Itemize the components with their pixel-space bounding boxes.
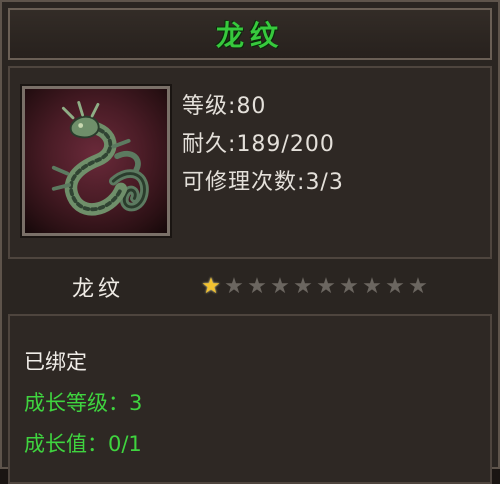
star-empty-icon: ★ (316, 274, 336, 299)
bound-status: 已绑定 (24, 350, 87, 374)
star-empty-icon: ★ (362, 274, 382, 299)
stat-durability-label: 耐久 (182, 132, 229, 157)
growth-value-value: 0/1 (108, 432, 142, 456)
growth-level-label: 成长等级： (24, 391, 129, 415)
growth-value: 成长值：0/1 (24, 424, 490, 465)
item-title: 龙纹 (215, 19, 284, 52)
item-name-row: 龙纹 ★ ★ ★ ★ ★ ★ ★ ★ ★ ★ (8, 264, 492, 310)
stat-level-value: 80 (236, 94, 267, 119)
stat-repair-count-value: 3/3 (305, 170, 344, 195)
star-empty-icon: ★ (385, 274, 405, 299)
growth-level-value: 3 (129, 391, 143, 415)
star-empty-icon: ★ (293, 274, 313, 299)
stat-repair-count: 可修理次数:3/3 (182, 164, 344, 202)
growth-level: 成长等级：3 (24, 383, 490, 424)
star-empty-icon: ★ (408, 274, 428, 299)
stat-durability-value: 189/200 (236, 132, 335, 157)
item-info-section: 等级:80 耐久:189/200 可修理次数:3/3 (8, 66, 492, 259)
star-filled-icon: ★ (201, 274, 221, 299)
stat-separator: : (228, 94, 237, 119)
stat-separator: : (228, 132, 237, 157)
stat-separator: : (297, 170, 306, 195)
item-attributes: 已绑定 成长等级：3 成长值：0/1 (8, 314, 492, 484)
item-name: 龙纹 (71, 277, 124, 302)
item-stats: 等级:80 耐久:189/200 可修理次数:3/3 (182, 88, 344, 202)
star-rating: ★ ★ ★ ★ ★ ★ ★ ★ ★ ★ (200, 276, 429, 298)
star-empty-icon: ★ (339, 274, 359, 299)
growth-value-label: 成长值： (24, 432, 108, 456)
title-bar: 龙纹 (8, 8, 492, 60)
star-empty-icon: ★ (224, 274, 244, 299)
item-tooltip-panel: 龙纹 等级:80 耐久: 189/200 可修理次数: 3/3 龙纹 ★ ★… (0, 0, 500, 484)
stat-level: 等级:80 (182, 88, 344, 126)
star-empty-icon: ★ (270, 274, 290, 299)
stat-repair-count-label: 可修理次数 (182, 170, 298, 195)
stat-level-label: 等级 (182, 94, 229, 119)
dragon-emblem-icon (20, 84, 172, 238)
stat-durability: 耐久:189/200 (182, 126, 344, 164)
star-empty-icon: ★ (247, 274, 267, 299)
